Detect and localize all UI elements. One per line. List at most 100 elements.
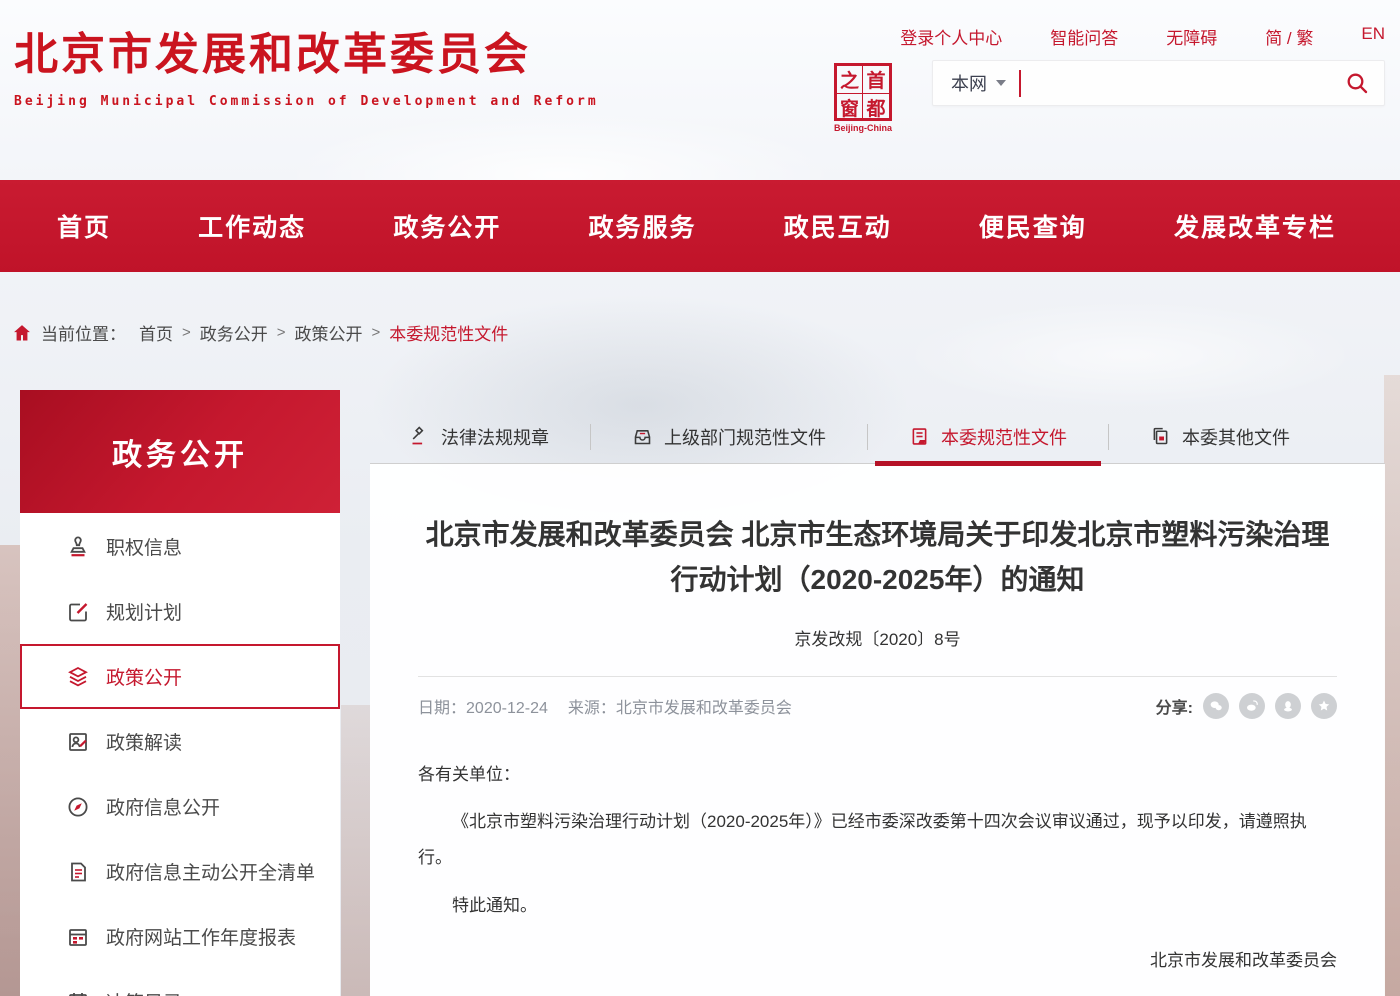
english-link[interactable]: EN [1361,24,1385,49]
page: 北京市发展和改革委员会 Beijing Municipal Commission… [0,0,1400,996]
wechat-share-icon [1208,698,1224,714]
catalog-icon [66,990,90,996]
tab-label: 上级部门规范性文件 [664,424,826,450]
capital-window-logo[interactable]: 之 首 窗 都 Beijing-China [830,63,896,133]
nav-item-label[interactable]: 政务服务 [588,214,696,242]
stamp-icon [66,535,90,559]
breadcrumb: 当前位置： 首页 > 政务公开 > 政策公开 > 本委规范性文件 [12,320,508,345]
compass-icon [66,795,90,819]
qq-share-button[interactable] [1275,693,1301,719]
sidebar-item-policy-interpretation[interactable]: 政策解读 [20,709,340,774]
tab-divider [1108,424,1109,450]
nav-item-convenience-search[interactable]: 便民查询 [979,208,1087,244]
article-body: 各有关单位： 《北京市塑料污染治理行动计划（2020-2025年）》已经市委深改… [418,757,1337,979]
seal-char: 窗 [837,94,863,121]
utility-nav: 登录个人中心 智能问答 无障碍 简 / 繁 EN [900,24,1385,49]
site-logo[interactable]: 北京市发展和改革委员会 Beijing Municipal Commission… [14,18,599,109]
nav-item-gov-services[interactable]: 政务服务 [588,208,696,244]
nav-item-label[interactable]: 便民查询 [979,214,1087,242]
sidebar-title: 政务公开 [20,390,340,513]
nav-item-label[interactable]: 首页 [57,214,111,242]
tab-laws-regulations[interactable]: 法律法规规章 [383,410,575,463]
tab-superior-normative-docs[interactable]: 上级部门规范性文件 [606,410,852,463]
site-subtitle: Beijing Municipal Commission of Developm… [14,94,599,109]
article-panel: 北京市发展和改革委员会 北京市生态环境局关于印发北京市塑料污染治理行动计划（20… [370,464,1385,996]
weibo-share-icon [1244,698,1260,714]
article-title: 北京市发展和改革委员会 北京市生态环境局关于印发北京市塑料污染治理行动计划（20… [418,512,1337,603]
search-scope-dropdown[interactable]: 本网 [933,70,1019,96]
site-header: 北京市发展和改革委员会 Beijing Municipal Commission… [0,0,1400,180]
chevron-down-icon [996,80,1006,86]
nav-item-label[interactable]: 工作动态 [198,214,306,242]
nav-item-label[interactable]: 政民互动 [784,214,892,242]
breadcrumb-item-gov-disclosure[interactable]: 政务公开 [200,320,268,345]
breadcrumb-item-home[interactable]: 首页 [139,320,173,345]
primary-nav: 首页 工作动态 政务公开 政务服务 政民互动 便民查询 发展改革专栏 [0,180,1400,272]
breadcrumb-label: 当前位置： [41,320,126,345]
sidebar-item-policy-disclosure[interactable]: 政策公开 [20,644,340,709]
sidebar-item-decision-catalog[interactable]: 决策目录 [20,969,340,996]
cloud-watermark [900,300,1360,410]
search-row: 之 首 窗 都 Beijing-China 本网 [830,60,1385,133]
nav-item-public-interaction[interactable]: 政民互动 [784,208,892,244]
sidebar-item-gov-info-disclosure[interactable]: 政府信息公开 [20,774,340,839]
sidebar-item-website-annual-report[interactable]: 政府网站工作年度报表 [20,904,340,969]
background-photo-edge [341,705,370,996]
sidebar-item-authority-info[interactable]: 职权信息 [20,514,340,579]
breadcrumb-item-current[interactable]: 本委规范性文件 [389,320,508,345]
simplified-traditional-toggle[interactable]: 简 / 繁 [1265,24,1313,49]
sidebar-item-plans[interactable]: 规划计划 [20,579,340,644]
nav-item-label[interactable]: 政务公开 [393,214,501,242]
search-scope-label: 本网 [951,70,987,96]
nav-item-work-news[interactable]: 工作动态 [198,208,306,244]
article-meta-left: 日期：2020-12-24来源：北京市发展和改革委员会 [418,694,792,718]
sidebar-item-label: 决策目录 [106,988,182,996]
layers-icon [66,665,90,689]
inbox-icon [632,426,653,447]
nav-item-reform-column[interactable]: 发展改革专栏 [1174,208,1336,244]
main-content: 法律法规规章 上级部门规范性文件 本委规范性文件 [370,410,1385,996]
sidebar-item-label: 规划计划 [106,598,182,625]
search-input[interactable] [1029,61,1330,105]
share-label: 分享: [1156,694,1193,718]
sidebar-item-label: 政府网站工作年度报表 [106,923,296,950]
seal-char: 首 [863,66,889,94]
plan-edit-icon [66,600,90,624]
sidebar-item-label: 政策公开 [106,663,182,690]
document-icon [909,426,930,447]
background-photo-edge [1384,375,1400,996]
tab-commission-normative-docs[interactable]: 本委规范性文件 [883,410,1093,463]
search-button[interactable] [1330,71,1384,95]
accessibility-link[interactable]: 无障碍 [1166,24,1217,49]
nav-item-home[interactable]: 首页 [57,208,111,244]
login-personal-center-link[interactable]: 登录个人中心 [900,24,1002,49]
background-photo-edge [0,545,20,996]
capital-window-seal: 之 首 窗 都 [834,63,892,121]
tab-divider [867,424,868,450]
document-number: 京发改规〔2020〕8号 [418,625,1337,677]
interpretation-icon [66,730,90,754]
sidebar-item-label: 政府信息公开 [106,793,220,820]
nav-item-label[interactable]: 发展改革专栏 [1174,214,1336,242]
favorite-share-button[interactable] [1311,693,1337,719]
article-source: 北京市发展和改革委员会 [616,700,792,717]
seal-caption: Beijing-China [830,123,896,133]
breadcrumb-item-policy-disclosure[interactable]: 政策公开 [295,320,363,345]
breadcrumb-separator: > [372,324,381,341]
sidebar: 政务公开 职权信息 规划计划 [20,390,340,996]
weibo-share-button[interactable] [1239,693,1265,719]
copy-pages-icon [1150,426,1171,447]
home-icon [12,323,32,343]
site-title: 北京市发展和改革委员会 [14,18,599,82]
nav-item-gov-disclosure[interactable]: 政务公开 [393,208,501,244]
favorite-share-icon [1316,698,1332,714]
sidebar-item-proactive-disclosure-list[interactable]: 政府信息主动公开全清单 [20,839,340,904]
smart-qa-link[interactable]: 智能问答 [1050,24,1118,49]
sidebar-item-label: 政府信息主动公开全清单 [106,858,315,885]
wechat-share-button[interactable] [1203,693,1229,719]
tab-commission-other-docs[interactable]: 本委其他文件 [1124,410,1316,463]
signature: 北京市发展和改革委员会 [418,943,1337,979]
share-toolbar: 分享: [1156,693,1337,719]
breadcrumb-separator: > [182,324,191,341]
source-label: 来源： [568,700,616,717]
